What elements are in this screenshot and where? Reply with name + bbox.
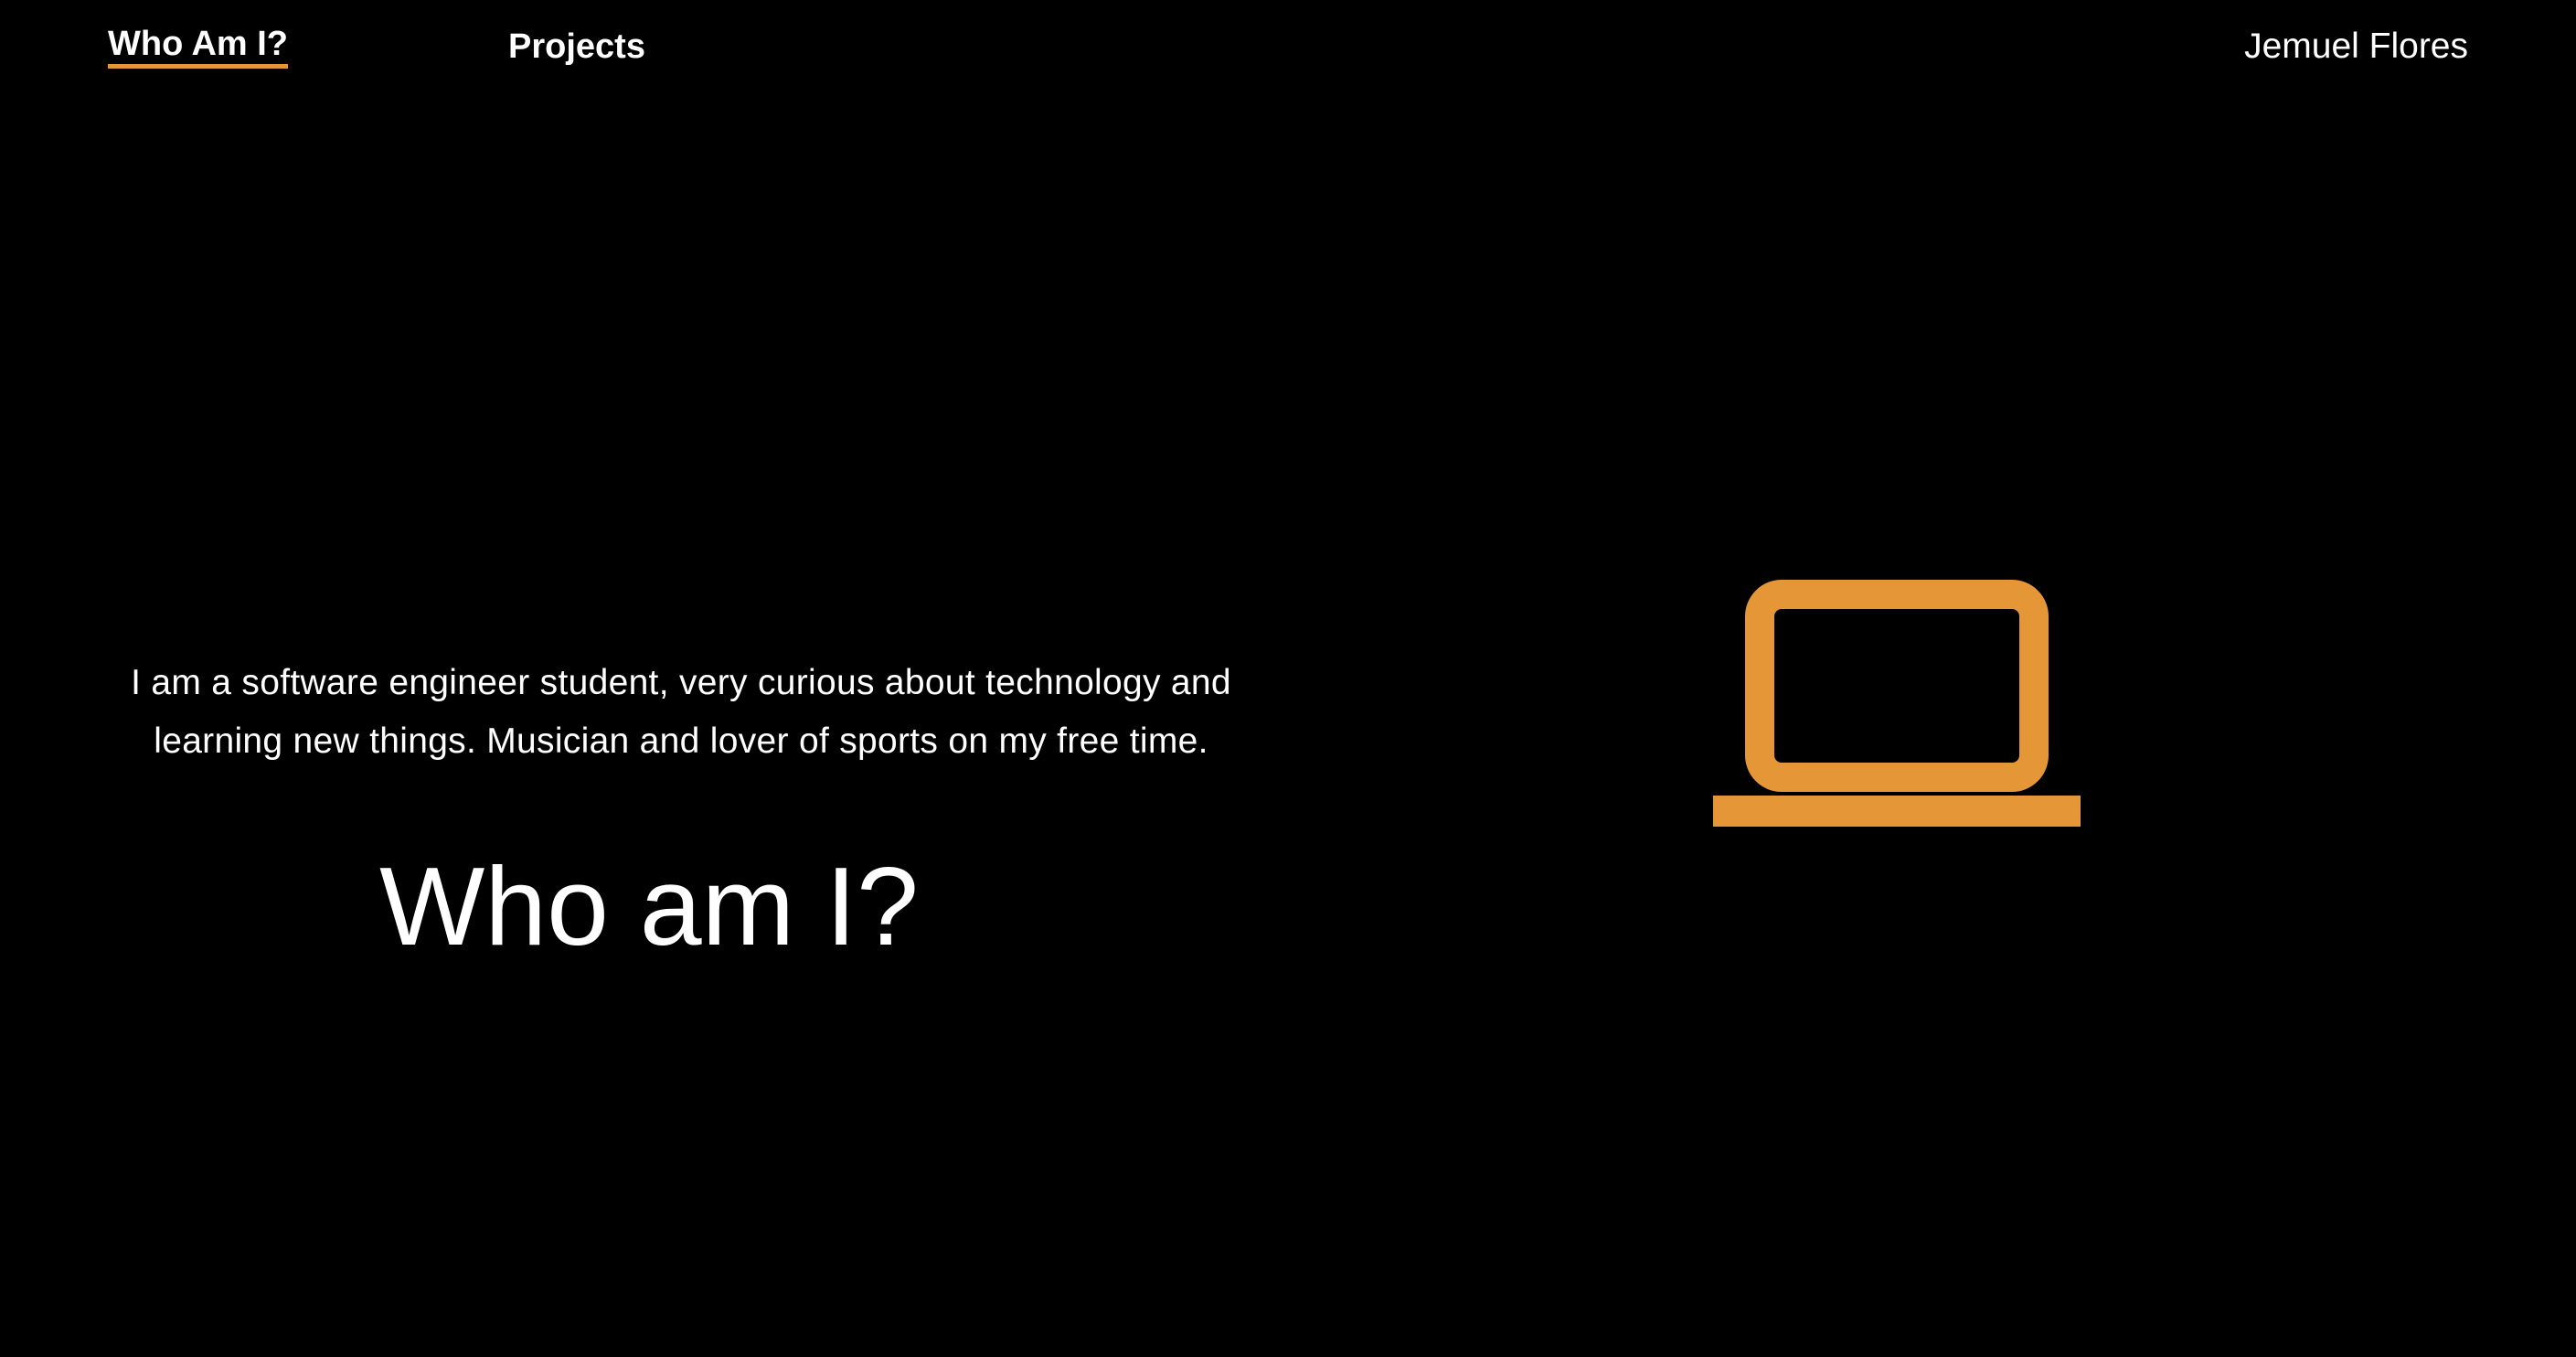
laptop-screen [1745,580,2049,792]
nav-link-projects[interactable]: Projects [508,24,645,69]
nav-link-who-am-i[interactable]: Who Am I? [108,24,288,69]
laptop-icon [1713,580,2081,827]
bio-text: I am a software engineer student, very c… [131,663,1231,761]
laptop-base [1713,796,2081,827]
site-owner-name: Jemuel Flores [2244,27,2468,66]
page-heading: Who am I? [379,844,919,968]
